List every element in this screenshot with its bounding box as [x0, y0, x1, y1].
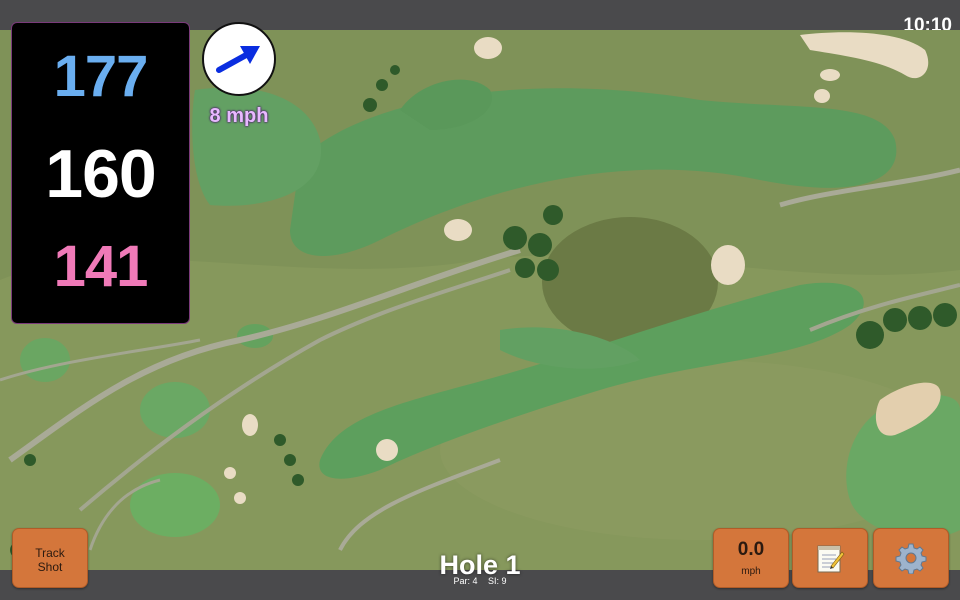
settings-button[interactable] — [873, 528, 949, 588]
track-shot-label-line2: Shot — [37, 560, 63, 574]
arrow-icon — [216, 46, 260, 73]
wind-speed-value: 0.0 — [737, 539, 765, 560]
track-shot-button[interactable]: Track Shot — [12, 528, 88, 588]
notes-button[interactable] — [792, 528, 868, 588]
front-distance: 141 — [53, 234, 149, 299]
notepad-icon — [817, 545, 845, 573]
wind-speed-label: 8 mph — [209, 105, 269, 127]
hole-meta: Par: 4 SI: 9 — [380, 576, 580, 586]
gear-icon — [895, 543, 927, 574]
distance-panel: 177 160 141 — [11, 22, 190, 324]
back-distance: 177 — [53, 44, 149, 109]
wind-speed-button[interactable]: 0.0 mph — [713, 528, 789, 588]
middle-distance: 160 — [45, 136, 156, 212]
wind-direction-dial — [202, 22, 276, 96]
hole-par: Par: 4 — [453, 576, 478, 586]
wind-speed-unit: mph — [741, 566, 761, 577]
hole-stroke-index: SI: 9 — [488, 576, 507, 586]
track-shot-label-line1: Track — [35, 546, 65, 560]
